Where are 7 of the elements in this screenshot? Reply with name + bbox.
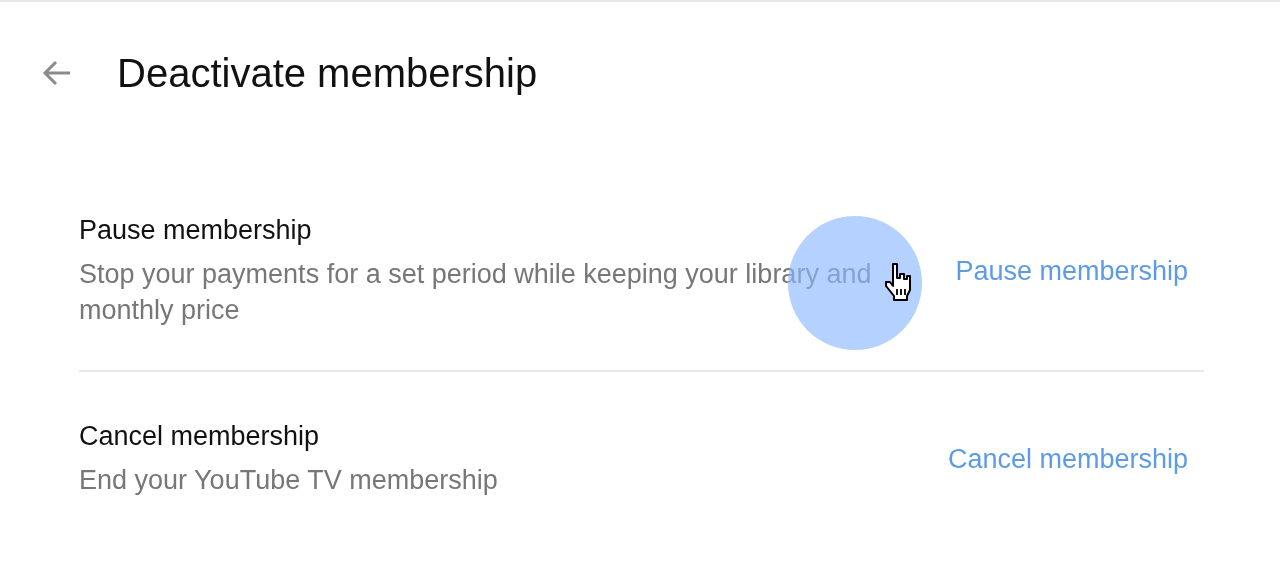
action-link[interactable]: Pause membership [955, 256, 1188, 287]
action-link[interactable]: Cancel membership [947, 444, 1188, 475]
option-title: Pause membership [79, 215, 313, 246]
option-description: End your YouTube TV membership [79, 464, 498, 497]
option-title: Cancel membership [79, 421, 321, 452]
page-title: Deactivate membership [117, 50, 538, 96]
hand-cursor-icon [884, 262, 912, 302]
